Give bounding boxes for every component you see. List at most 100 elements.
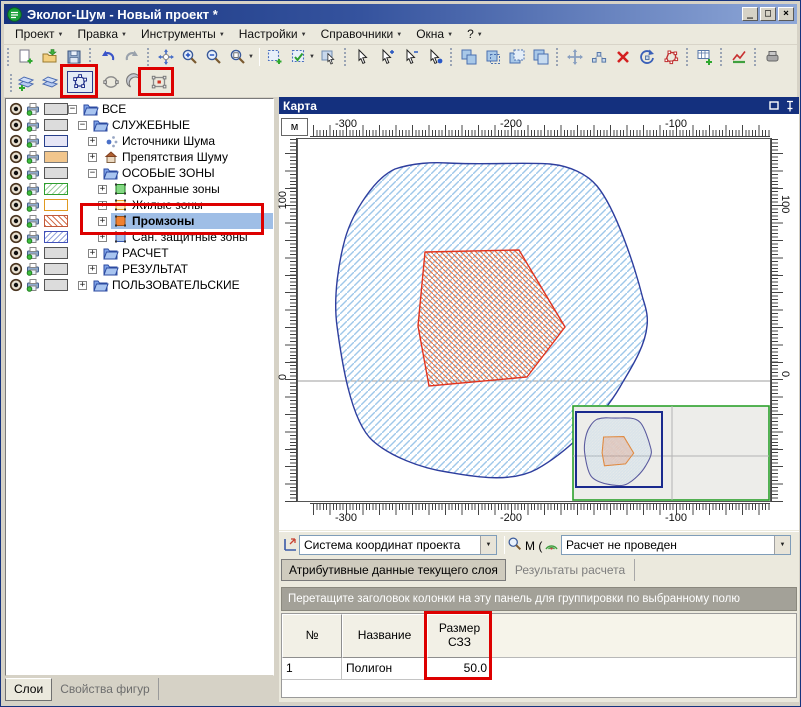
tree-expander[interactable]: + xyxy=(88,265,97,274)
draw-ellipse-button[interactable] xyxy=(99,71,123,93)
layer-label[interactable]: ОСОБЫЕ ЗОНЫ xyxy=(119,166,219,180)
menu-help[interactable]: ?▼ xyxy=(460,25,490,44)
print-icon[interactable] xyxy=(26,102,40,116)
tree-expander[interactable]: − xyxy=(88,169,97,178)
layer-label[interactable]: ПОЛЬЗОВАТЕЛЬСКИЕ xyxy=(109,278,244,292)
toolbar-grip[interactable] xyxy=(754,48,759,66)
layer-label[interactable]: Источники Шума xyxy=(119,134,219,148)
minimize-button[interactable]: _ xyxy=(742,7,758,21)
delete-object-button[interactable] xyxy=(611,46,635,68)
visibility-icon[interactable] xyxy=(9,198,23,212)
tree-expander[interactable]: + xyxy=(88,249,97,258)
layer-color-swatch[interactable] xyxy=(44,119,68,131)
edit-vertices-button[interactable] xyxy=(587,46,611,68)
column-header-num[interactable]: № xyxy=(282,614,342,658)
layer-color-swatch[interactable] xyxy=(44,215,68,227)
map-canvas[interactable] xyxy=(297,138,771,502)
layer-row-service[interactable]: − СЛУЖЕБНЫЕ xyxy=(6,117,273,133)
layer-color-swatch[interactable] xyxy=(44,167,68,179)
layer-row-protected-zones[interactable]: + Охранные зоны xyxy=(6,181,273,197)
layer-label[interactable]: Охранные зоны xyxy=(129,182,224,196)
layer-label[interactable]: Препятствия Шуму xyxy=(119,150,232,164)
toolbar-grip[interactable] xyxy=(7,48,12,66)
layer-color-swatch[interactable] xyxy=(44,231,68,243)
pointer-add-button[interactable] xyxy=(375,46,399,68)
layer-label[interactable]: РЕЗУЛЬТАТ xyxy=(119,262,192,276)
layer-manager-button[interactable] xyxy=(38,71,62,93)
print-icon[interactable] xyxy=(26,166,40,180)
zoom-extent-dropdown[interactable]: ▼ xyxy=(248,54,254,60)
rotate-object-button[interactable] xyxy=(635,46,659,68)
maximize-button[interactable]: □ xyxy=(760,7,776,21)
menu-tools[interactable]: Инструменты▼ xyxy=(134,25,232,44)
select-apply-dropdown[interactable]: ▼ xyxy=(309,54,315,60)
print-icon[interactable] xyxy=(26,182,40,196)
tree-expander[interactable]: + xyxy=(88,137,97,146)
overview-inset[interactable] xyxy=(573,406,769,500)
menu-project[interactable]: Проект▼ xyxy=(8,25,70,44)
layer-color-swatch[interactable] xyxy=(44,199,68,211)
layer-row-result[interactable]: + РЕЗУЛЬТАТ xyxy=(6,261,273,277)
layer-row-user[interactable]: + ПОЛЬЗОВАТЕЛЬСКИЕ xyxy=(6,277,273,293)
print-icon[interactable] xyxy=(26,150,40,164)
visibility-icon[interactable] xyxy=(9,262,23,276)
toolbar-grip[interactable] xyxy=(720,48,725,66)
chevron-down-icon[interactable]: ▼ xyxy=(774,536,790,554)
coordinate-system-select[interactable]: Система координат проекта▼ xyxy=(299,535,497,555)
print-icon[interactable] xyxy=(26,214,40,228)
select-apply-button[interactable] xyxy=(287,46,311,68)
pan-button[interactable] xyxy=(154,46,178,68)
toolbar-grip[interactable] xyxy=(450,48,455,66)
move-object-button[interactable] xyxy=(563,46,587,68)
shape-union-button[interactable] xyxy=(457,46,481,68)
print-icon[interactable] xyxy=(26,118,40,132)
print-icon[interactable] xyxy=(26,134,40,148)
visibility-icon[interactable] xyxy=(9,134,23,148)
layer-color-swatch[interactable] xyxy=(44,103,68,115)
group-by-bar[interactable]: Перетащите заголовок колонки на эту пане… xyxy=(281,587,797,611)
menu-settings[interactable]: Настройки▼ xyxy=(232,25,314,44)
menu-windows[interactable]: Окна▼ xyxy=(409,25,460,44)
print-icon[interactable] xyxy=(26,230,40,244)
print-icon[interactable] xyxy=(26,198,40,212)
shape-subtract-button[interactable] xyxy=(505,46,529,68)
zoom-out-button[interactable] xyxy=(202,46,226,68)
visibility-icon[interactable] xyxy=(9,118,23,132)
visibility-icon[interactable] xyxy=(9,102,23,116)
layer-color-swatch[interactable] xyxy=(44,135,68,147)
tree-expander[interactable]: − xyxy=(78,121,87,130)
layer-color-swatch[interactable] xyxy=(44,279,68,291)
layer-label[interactable]: ВСЕ xyxy=(99,102,130,116)
tree-expander[interactable]: − xyxy=(68,105,77,114)
tree-expander[interactable]: + xyxy=(88,153,97,162)
menu-edit[interactable]: Правка▼ xyxy=(70,25,134,44)
visibility-icon[interactable] xyxy=(9,166,23,180)
toolbar-grip[interactable] xyxy=(686,48,691,66)
reshape-polygon-button[interactable] xyxy=(659,46,683,68)
zoom-in-button[interactable] xyxy=(178,46,202,68)
print-icon[interactable] xyxy=(26,278,40,292)
visibility-icon[interactable] xyxy=(9,182,23,196)
float-window-icon[interactable] xyxy=(769,101,779,111)
select-object-button[interactable] xyxy=(317,46,341,68)
toolbar-grip[interactable] xyxy=(147,48,152,66)
column-header-name[interactable]: Название xyxy=(342,614,427,658)
calculation-status-select[interactable]: Расчет не проведен▼ xyxy=(561,535,791,555)
tab-attribute-data[interactable]: Атрибутивные данные текущего слоя xyxy=(281,559,506,581)
visibility-icon[interactable] xyxy=(9,230,23,244)
print-icon[interactable] xyxy=(26,262,40,276)
visibility-icon[interactable] xyxy=(9,246,23,260)
open-project-button[interactable] xyxy=(38,46,62,68)
visibility-icon[interactable] xyxy=(9,214,23,228)
chevron-down-icon[interactable]: ▼ xyxy=(480,536,496,554)
tab-calculation-results[interactable]: Результаты расчета xyxy=(506,559,635,581)
toolbar-grip[interactable] xyxy=(556,48,561,66)
layer-label[interactable]: РАСЧЕТ xyxy=(119,246,173,260)
layer-label[interactable]: СЛУЖЕБНЫЕ xyxy=(109,118,194,132)
layer-row-noise-sources[interactable]: + Источники Шума xyxy=(6,133,273,149)
layer-row-noise-obstacles[interactable]: + Препятствия Шуму xyxy=(6,149,273,165)
print-icon[interactable] xyxy=(26,246,40,260)
zoom-extent-button[interactable] xyxy=(226,46,250,68)
cell-name[interactable]: Полигон xyxy=(342,658,427,680)
new-project-button[interactable] xyxy=(14,46,38,68)
